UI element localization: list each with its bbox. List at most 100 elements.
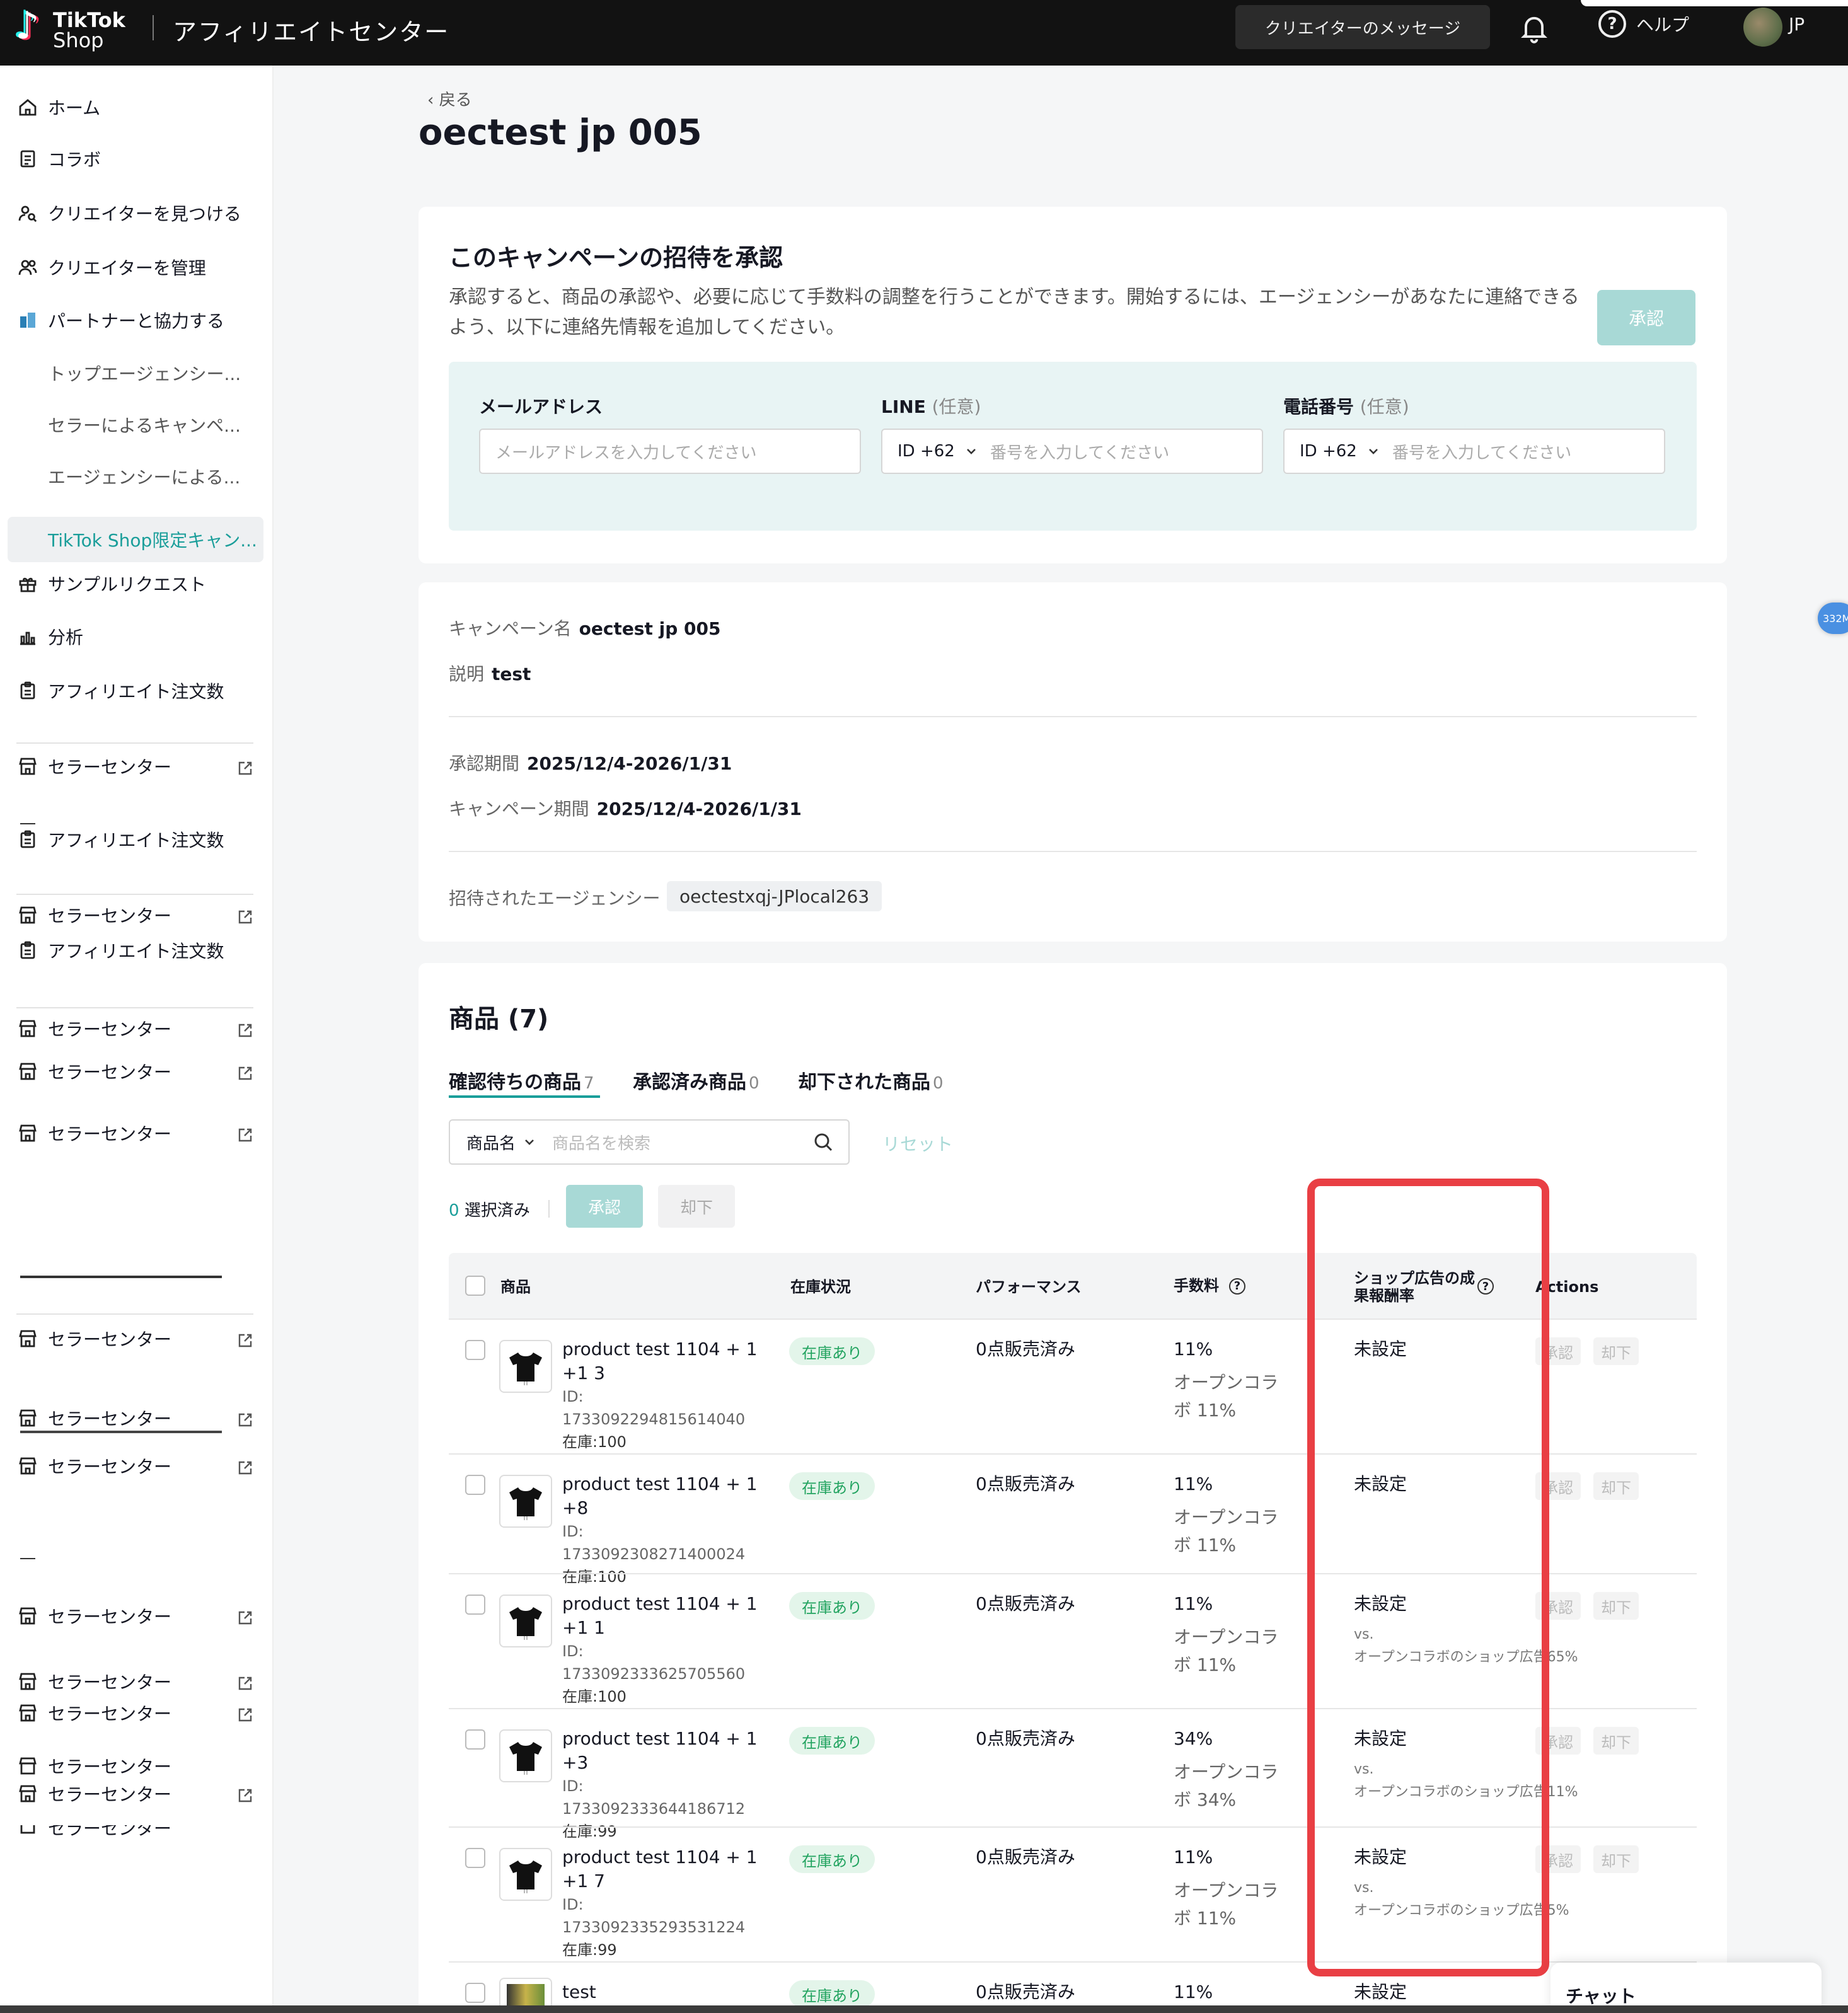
sidebar-item-seller-center[interactable]: セラーセンター [18,753,171,780]
row-reject-button[interactable]: 却下 [1593,1727,1639,1755]
sidebar-item-seller-center[interactable]: セラーセンター [18,1058,171,1085]
product-name[interactable]: product test 1104 + 1 +8 [562,1472,770,1520]
sidebar-item-collab[interactable]: コラボ [18,145,101,173]
sidebar-item-affiliate-orders[interactable]: アフィリエイト注文数 [18,677,224,705]
sidebar-item-affiliate-orders[interactable]: アフィリエイト注文数 [18,937,224,964]
row-reject-button[interactable]: 却下 [1593,1337,1639,1365]
sidebar-item-seller-center[interactable]: セラーセンター [18,1404,171,1432]
tab-count: 0 [749,1074,759,1093]
sidebar-item-label: セラーセンター [48,1757,172,1775]
product-name[interactable]: product test 1104 + 1 +3 [562,1727,770,1775]
row-checkbox[interactable] [465,1595,485,1615]
sidebar-item-home[interactable]: ホーム [18,93,100,121]
external-link-icon[interactable] [237,1020,253,1037]
sidebar-item-samples[interactable]: サンプルリクエスト [18,570,206,597]
sidebar-item-manage-creators[interactable]: クリエイターを管理 [18,253,206,281]
sidebar-item-partners[interactable]: パートナーと協力する [18,306,224,334]
sidebar-item-seller-center[interactable]: セラーセンター [18,1602,171,1630]
reset-button[interactable]: リセット [882,1131,953,1156]
tab-pending[interactable]: 確認待ちの商品 7 [449,1066,594,1094]
external-link-icon[interactable] [237,1785,253,1802]
agency-label: 招待されたエージェンシー [449,888,661,909]
row-checkbox[interactable] [465,1983,485,2003]
sidebar-sub-tiktok-campaign[interactable]: TikTok Shop限定キャン... [48,527,257,552]
sidebar-separator [16,1313,253,1315]
bell-icon[interactable] [1518,11,1551,44]
approval-period-label: 承認期間 [449,753,520,774]
row-checkbox[interactable] [465,1848,485,1868]
search-input[interactable]: 商品名を検索 [552,1131,813,1154]
back-link[interactable]: ‹ 戻る [427,87,472,110]
region-label[interactable]: JP [1789,14,1805,35]
external-link-icon[interactable] [237,1063,253,1080]
search-icon[interactable] [813,1132,833,1152]
search-field-select[interactable]: 商品名 [466,1131,552,1154]
tab-approved[interactable]: 承認済み商品 0 [633,1066,759,1094]
row-reject-button[interactable]: 却下 [1593,1592,1639,1620]
sidebar-item-seller-center[interactable]: セラーセンター [18,1119,171,1147]
sidebar-item-seller-center[interactable]: セラーセンター [18,1452,171,1480]
external-link-icon[interactable] [237,1704,253,1722]
external-link-icon[interactable] [237,906,253,924]
external-link-icon[interactable] [237,1457,253,1475]
dash-mark [20,1558,35,1559]
sidebar-sub-seller-campaign[interactable]: セラーによるキャンペ... [48,412,241,440]
sidebar-item-affiliate-orders[interactable]: アフィリエイト注文数 [18,826,224,853]
sidebar-item-seller-center[interactable]: セラーセンター [18,1757,171,1775]
app-title: アフィリエイトセンター [173,18,450,46]
line-field[interactable]: ID +62 番号を入力してください [881,429,1263,474]
sidebar-item-seller-center[interactable]: セラーセンター [18,1668,171,1695]
sidebar-item-seller-center[interactable]: セラーセンター [18,901,171,929]
sidebar-sub-top-agency[interactable]: トップエージェンシー... [48,360,241,388]
select-all-checkbox[interactable] [465,1276,485,1296]
analytics-icon [18,626,38,647]
store-icon [18,1784,38,1804]
sidebar-item-seller-center[interactable]: セラーセンター [18,1780,171,1808]
bulk-reject-button[interactable]: 却下 [658,1185,735,1228]
sidebar-item-label: アフィリエイト注文数 [48,941,224,962]
approve-invite-button[interactable]: 承認 [1597,290,1695,345]
external-link-icon[interactable] [237,758,253,775]
product-name[interactable]: test [562,1980,770,2004]
row-checkbox[interactable] [465,1340,485,1360]
phone-country-code-select[interactable]: ID +62 [1300,442,1380,461]
email-field[interactable]: メールアドレスを入力してください [479,429,861,474]
floating-badge[interactable]: 332M [1818,603,1848,634]
creator-messages-button[interactable]: クリエイターのメッセージ [1235,5,1490,49]
sidebar-item-seller-center[interactable]: セラーセンター [18,1325,171,1353]
question-icon[interactable]: ? [1229,1278,1245,1295]
sidebar-item-seller-center[interactable]: セラーセンター [18,1825,171,1840]
line-country-code-select[interactable]: ID +62 [898,442,978,461]
row-reject-button[interactable]: 却下 [1593,1472,1639,1500]
product-name[interactable]: product test 1104 + 1 +1 3 [562,1337,770,1385]
external-link-icon[interactable] [237,1330,253,1347]
external-link-icon[interactable] [237,1124,253,1142]
store-icon [18,1123,38,1143]
tiktok-shop-logo[interactable]: ♪ TikTok Shop [15,4,135,54]
sidebar-item-label: セラーセンター [48,1329,172,1350]
phone-field[interactable]: ID +62 番号を入力してください [1283,429,1665,474]
open-collab-line2: ボ 34% [1174,1789,1237,1810]
avatar[interactable] [1743,8,1782,47]
sidebar-item-seller-center[interactable]: セラーセンター [18,1699,171,1727]
external-link-icon[interactable] [237,1607,253,1625]
external-link-icon[interactable] [237,1673,253,1690]
sidebar-separator [16,742,253,744]
clipboard-icon [18,681,38,701]
row-checkbox[interactable] [465,1475,485,1495]
row-reject-button[interactable]: 却下 [1593,1845,1639,1873]
product-name[interactable]: product test 1104 + 1 +1 7 [562,1845,770,1893]
help-button[interactable]: ? ヘルプ [1598,10,1689,38]
sidebar-item-find-creators[interactable]: クリエイターを見つける [18,199,241,227]
sidebar-item-analytics[interactable]: 分析 [18,623,83,650]
sidebar-sub-agency-campaign[interactable]: エージェンシーによる... [48,464,240,492]
divider [449,716,1697,717]
product-name[interactable]: product test 1104 + 1 +1 1 [562,1592,770,1640]
bulk-approve-button[interactable]: 承認 [566,1185,643,1228]
row-checkbox[interactable] [465,1729,485,1750]
divider [449,851,1697,852]
sidebar-item-seller-center[interactable]: セラーセンター [18,1015,171,1042]
external-link-icon[interactable] [237,1409,253,1427]
sidebar-item-label: パートナーと協力する [48,311,225,332]
tab-rejected[interactable]: 却下された商品 0 [798,1066,944,1094]
